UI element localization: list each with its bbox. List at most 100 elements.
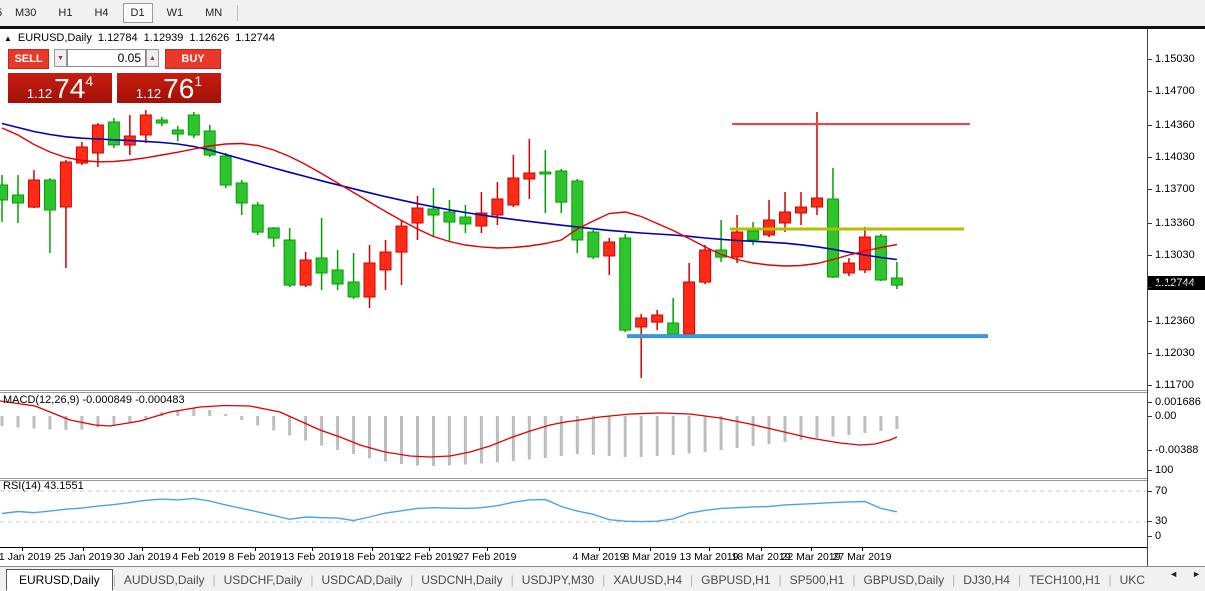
timeframe-partial[interactable]: 5: [0, 7, 4, 19]
symbol-period-label: EURUSD,Daily: [17, 32, 92, 44]
macd-tick: [1148, 416, 1152, 417]
candle: [315, 218, 328, 291]
candle: [603, 238, 616, 275]
tab-ukc[interactable]: UKC: [1112, 570, 1153, 590]
price-axis-label: 1.12360: [1155, 314, 1195, 327]
tab-scroll-left-icon[interactable]: ◄: [1169, 569, 1178, 579]
candle: [187, 112, 200, 138]
price-axis[interactable]: 1.12744 1.15030 1.14700 1.14360 1.14030 1.13…: [1148, 29, 1205, 566]
macd-label: MACD(12,26,9) -0.000849 -0.000483: [3, 394, 185, 406]
candle: [28, 170, 40, 208]
timeframe-button-d1[interactable]: D1: [122, 3, 153, 23]
bid-figure: 1.12: [26, 86, 53, 101]
price-tick: [1148, 157, 1152, 159]
price-axis-label: 1.12700: [1155, 281, 1195, 294]
rsi-tick: [1148, 491, 1152, 492]
candle: [635, 314, 648, 378]
candle: [379, 240, 392, 291]
price-axis-label: 1.13030: [1155, 249, 1195, 262]
sell-button[interactable]: SELL: [8, 49, 49, 69]
candle: [667, 298, 680, 337]
price-tick: [1148, 255, 1152, 257]
tab-sp500-h1[interactable]: SP500,H1: [782, 570, 853, 590]
pane-divider[interactable]: [0, 392, 1205, 393]
pane-divider[interactable]: [0, 478, 1205, 479]
ma-fast-line: [1, 127, 898, 267]
rsi-pane[interactable]: [0, 478, 1147, 546]
tab-dj30-h4[interactable]: DJ30,H4: [955, 570, 1018, 590]
candle: [0, 175, 8, 222]
volume-input[interactable]: 0.05: [67, 49, 146, 67]
rsi-axis-label: 30: [1155, 515, 1168, 527]
volume-increase-icon[interactable]: ▲: [146, 49, 159, 67]
price-tick: [1148, 91, 1152, 93]
pane-divider[interactable]: [0, 390, 1205, 391]
tab-eurusd-daily[interactable]: EURUSD,Daily: [6, 568, 113, 591]
candle: [555, 169, 568, 213]
tab-gbpusd-daily[interactable]: GBPUSD,Daily: [855, 570, 952, 590]
tab-tech100-h1[interactable]: TECH100,H1: [1021, 570, 1108, 590]
tab-usdcad-daily[interactable]: USDCAD,Daily: [313, 570, 410, 590]
ask-price-button[interactable]: 1.12 76 1: [117, 73, 221, 103]
date-axis-label: 27 Mar 2019: [832, 551, 892, 563]
low-value: 1.12626: [189, 32, 230, 44]
timeframe-button-mn[interactable]: MN: [197, 3, 230, 23]
close-value: 1.12744: [235, 32, 275, 44]
candle: [427, 188, 440, 237]
candle: [475, 192, 488, 233]
tab-scroll-arrows: ◄ ►: [1169, 569, 1201, 579]
bid-price-button[interactable]: 1.12 74 4: [8, 73, 112, 103]
candle: [395, 220, 408, 286]
macd-axis-label: 0.001686: [1155, 396, 1201, 408]
candle: [171, 126, 184, 141]
date-axis-label: 8 Feb 2019: [228, 551, 282, 563]
rsi-axis-label: 100: [1155, 464, 1174, 476]
tab-gbpusd-h1[interactable]: GBPUSD,H1: [693, 570, 778, 590]
date-axis-label: 13 Feb 2019: [282, 551, 342, 563]
volume-decrease-icon[interactable]: ▼: [54, 49, 67, 67]
candle: [235, 180, 248, 215]
timeframe-button-h4[interactable]: H4: [86, 3, 116, 23]
date-axis-label: 13 Mar 2019: [679, 551, 739, 563]
rsi-tick: [1148, 470, 1152, 471]
candle: [155, 117, 168, 126]
high-value: 1.12939: [143, 32, 184, 44]
tab-usdcnh-daily[interactable]: USDCNH,Daily: [413, 570, 510, 590]
pane-divider[interactable]: [0, 480, 1205, 481]
candle: [139, 110, 152, 143]
date-axis-label: 27 Feb 2019: [457, 551, 517, 563]
date-axis-label: 22 Feb 2019: [399, 551, 459, 563]
tab-usdchf-daily[interactable]: USDCHF,Daily: [216, 570, 311, 590]
candle: [827, 168, 839, 278]
tab-usdjpy-m30[interactable]: USDJPY,M30: [514, 570, 602, 590]
candle: [779, 192, 791, 232]
tab-audusd-daily[interactable]: AUDUSD,Daily: [116, 570, 213, 590]
collapse-icon[interactable]: ▲: [4, 34, 12, 43]
candle: [299, 252, 312, 287]
candle: [75, 142, 88, 165]
price-tick: [1148, 287, 1152, 289]
candle: [283, 228, 296, 287]
time-axis-line: [0, 547, 1147, 548]
price-axis-label: 1.11700: [1155, 379, 1194, 392]
buy-button[interactable]: BUY: [165, 49, 221, 69]
price-tick: [1148, 320, 1152, 322]
bid-point: 4: [85, 73, 94, 89]
candle: [523, 139, 536, 199]
bid-pips: 74: [54, 73, 86, 104]
price-tick: [1148, 59, 1152, 60]
tab-xauusd-h4[interactable]: XAUUSD,H4: [605, 570, 690, 590]
rsi-tick: [1148, 536, 1152, 537]
date-axis-label: 8 Mar 2019: [623, 551, 677, 563]
candle: [571, 179, 584, 253]
price-tick: [1148, 353, 1152, 355]
price-axis-label: 1.14700: [1155, 85, 1195, 98]
timeframe-button-h1[interactable]: H1: [50, 3, 80, 23]
candle: [219, 153, 232, 188]
candle: [890, 262, 903, 289]
candle: [842, 258, 855, 277]
tab-scroll-right-icon[interactable]: ►: [1192, 569, 1201, 579]
timeframe-button-m30[interactable]: M30: [7, 3, 44, 23]
date-axis-label: 4 Feb 2019: [172, 551, 226, 563]
timeframe-button-w1[interactable]: W1: [159, 3, 192, 23]
